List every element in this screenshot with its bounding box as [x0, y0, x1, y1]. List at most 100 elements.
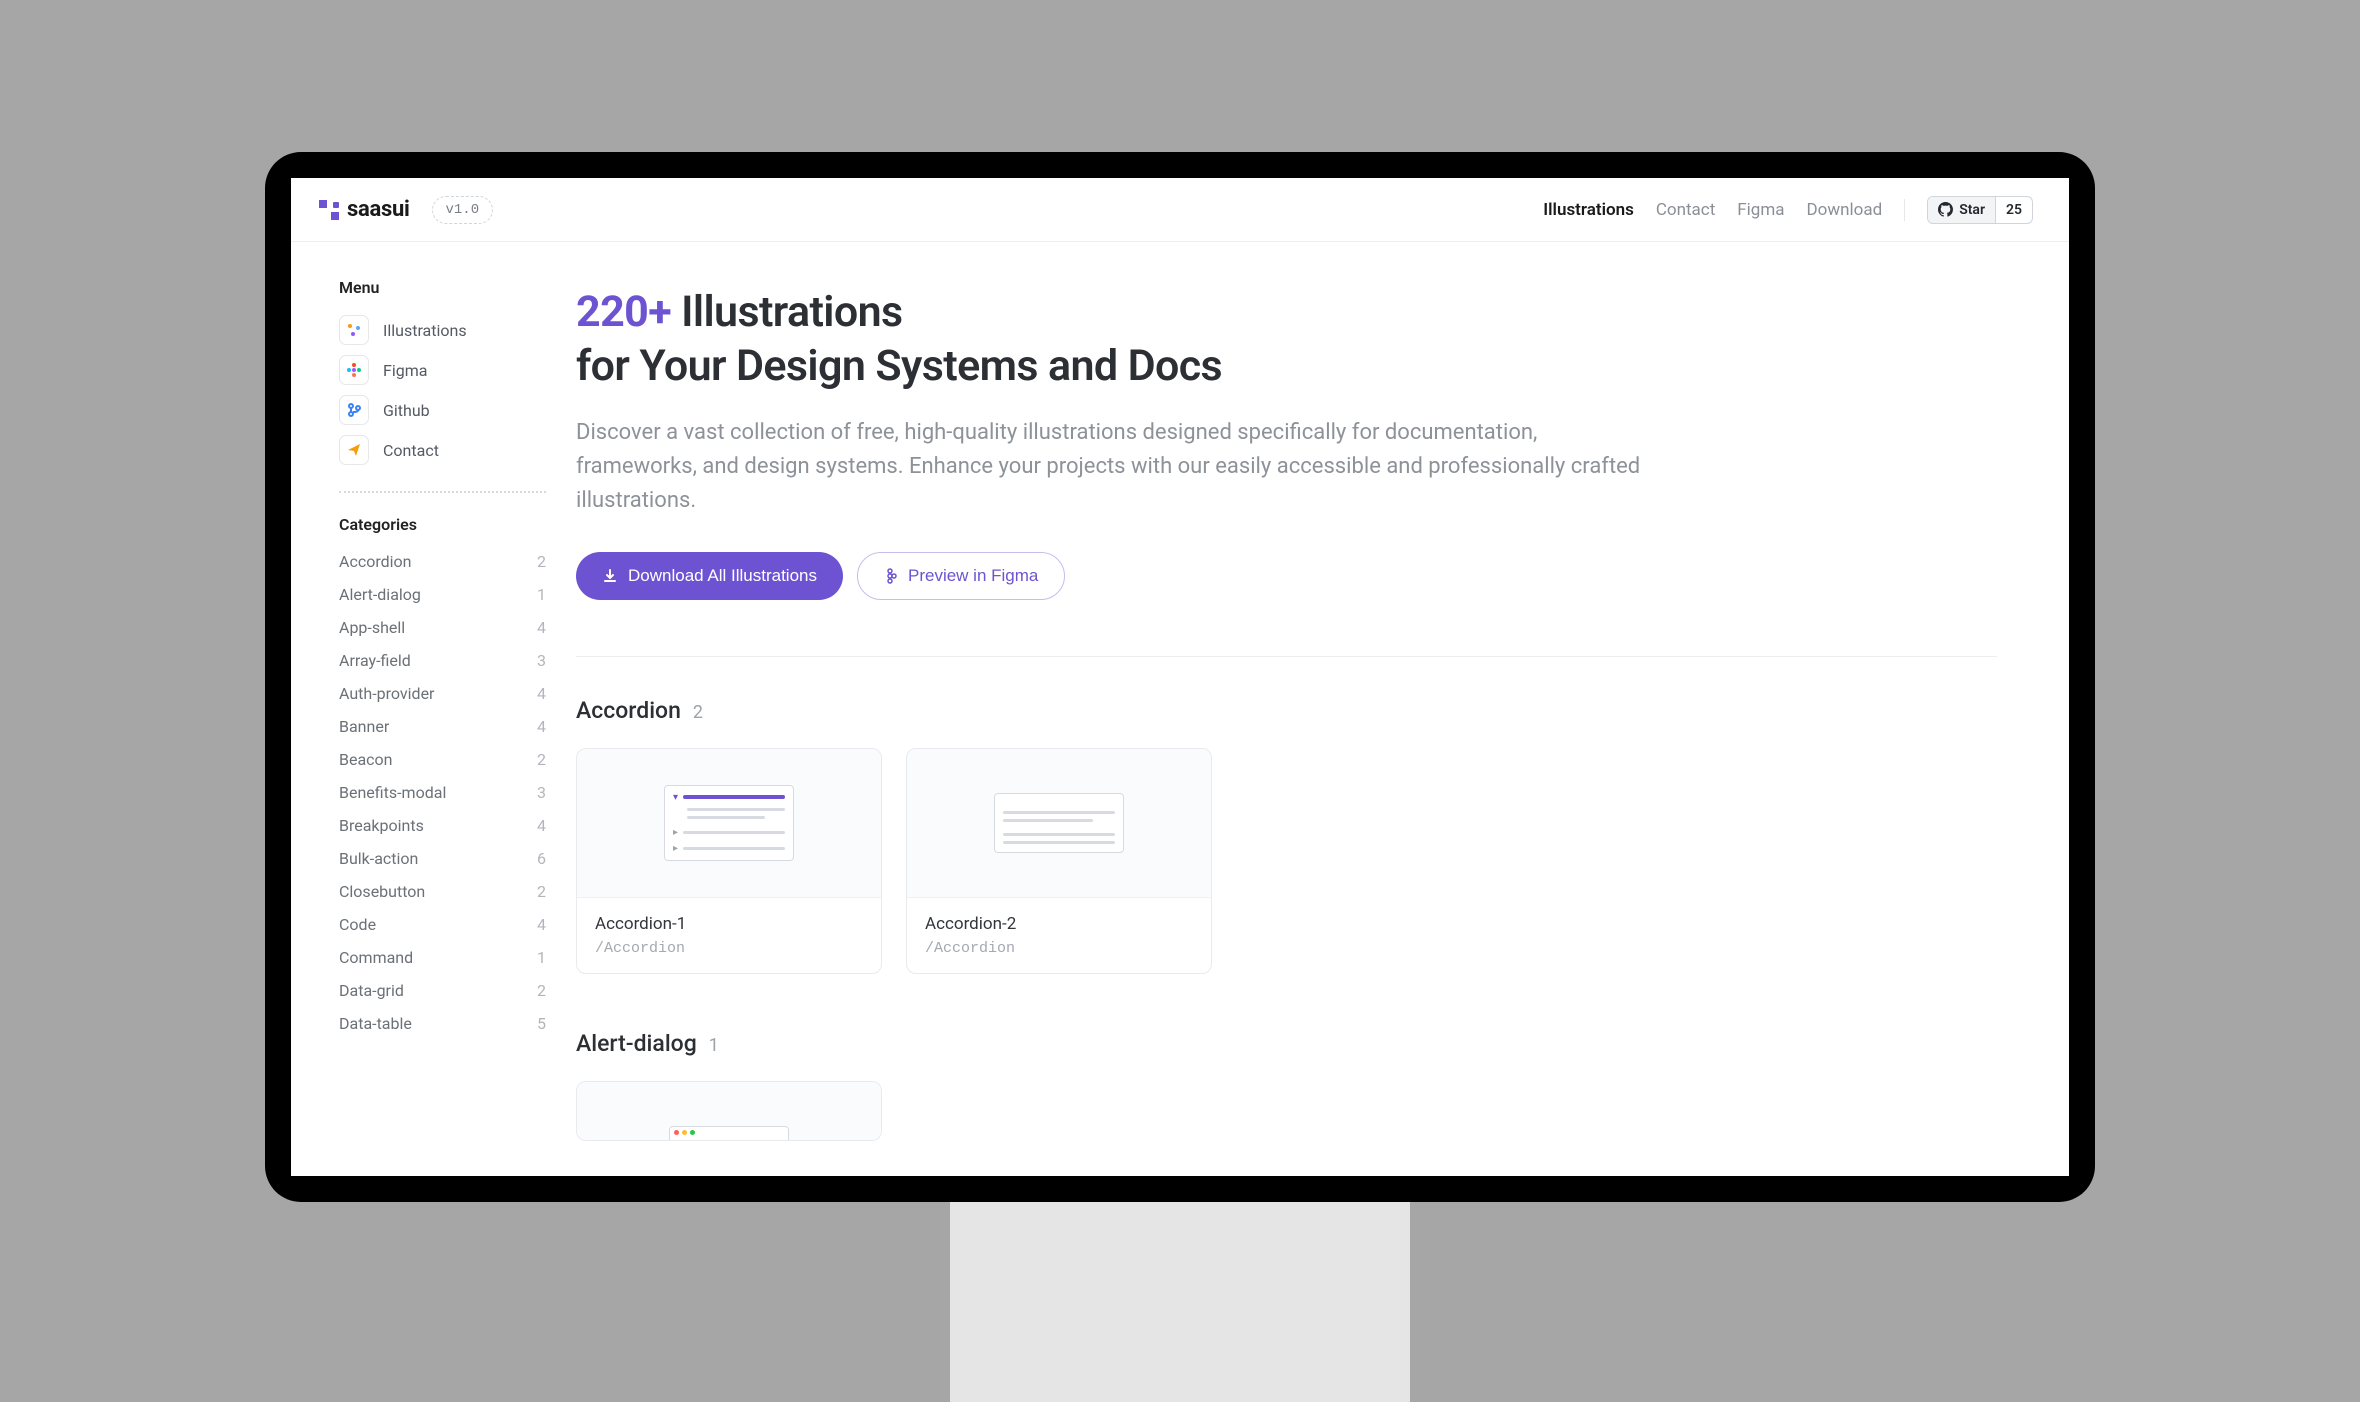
send-icon [339, 435, 369, 465]
main-content: 220+ Illustrations for Your Design Syste… [566, 242, 2069, 1176]
menu-list: Illustrations Figma Github [339, 315, 546, 465]
category-label: Array-field [339, 651, 411, 670]
category-count: 1 [537, 585, 546, 604]
category-label: Auth-provider [339, 684, 434, 703]
github-star-label: Star [1959, 202, 1985, 218]
download-btn-label: Download All Illustrations [628, 566, 817, 586]
cta-row: Download All Illustrations Preview in Fi… [576, 552, 1997, 600]
category-count: 4 [537, 915, 546, 934]
category-count: 1 [537, 948, 546, 967]
card-path: /Accordion [595, 940, 863, 957]
hero-count: 220+ [576, 287, 671, 337]
category-item[interactable]: App-shell4 [339, 618, 546, 637]
card-name: Accordion-1 [595, 914, 863, 934]
category-item[interactable]: Bulk-action 6 [339, 849, 546, 868]
category-label: Breakpoints [339, 816, 424, 835]
figma-outline-icon [884, 568, 898, 584]
illustration-card[interactable]: ▾ ▸ ▸ Accordion-1 /Accordion [576, 748, 882, 974]
illustration-card[interactable] [576, 1081, 882, 1141]
nav-figma[interactable]: Figma [1737, 200, 1784, 220]
sidebar-item-illustrations[interactable]: Illustrations [339, 315, 546, 345]
hero-subtitle: Discover a vast collection of free, high… [576, 416, 1646, 518]
category-label: Data-grid [339, 981, 404, 1000]
sidebar-item-label: Github [383, 401, 430, 420]
hero-title-line-2: for Your Design Systems and Docs [576, 341, 1222, 391]
sidebar-item-label: Illustrations [383, 321, 467, 340]
section-count: 2 [693, 702, 703, 723]
hero-title: 220+ Illustrations for Your Design Syste… [576, 286, 1997, 394]
accordion-thumb-2 [994, 793, 1124, 853]
category-count: 2 [537, 981, 546, 1000]
card-preview [907, 749, 1211, 897]
card-preview [577, 1082, 881, 1141]
download-all-button[interactable]: Download All Illustrations [576, 552, 843, 600]
category-item[interactable]: Alert-dialog 1 [339, 585, 546, 604]
github-star-count: 25 [1995, 197, 2032, 223]
category-item[interactable]: Breakpoints 4 [339, 816, 546, 835]
category-label: Bulk-action [339, 849, 418, 868]
category-count: 2 [537, 552, 546, 571]
chart-icon [339, 315, 369, 345]
category-label: Alert-dialog [339, 585, 421, 604]
category-item[interactable]: Code4 [339, 915, 546, 934]
section-head-alert-dialog: Alert-dialog 1 [576, 1030, 1997, 1057]
nav-illustrations[interactable]: Illustrations [1543, 200, 1634, 220]
section-title: Alert-dialog [576, 1030, 697, 1057]
category-label: Closebutton [339, 882, 425, 901]
category-count: 6 [537, 849, 546, 868]
category-count: 4 [537, 717, 546, 736]
category-list: Accordion2Alert-dialog1App-shell4Array-f… [339, 552, 546, 1033]
figma-icon [339, 355, 369, 385]
preview-btn-label: Preview in Figma [908, 566, 1038, 586]
preview-figma-button[interactable]: Preview in Figma [857, 552, 1065, 600]
top-nav: Illustrations Contact Figma Download [1543, 200, 1882, 220]
monitor-stand [950, 1202, 1410, 1402]
category-count: 2 [537, 750, 546, 769]
illustration-card[interactable]: Accordion-2 /Accordion [906, 748, 1212, 974]
nav-download[interactable]: Download [1807, 200, 1883, 220]
category-label: Benefits-modal [339, 783, 446, 802]
logo[interactable]: saasui [319, 197, 410, 222]
category-item[interactable]: Auth-provider 4 [339, 684, 546, 703]
sidebar: Menu Illustrations Figma [291, 242, 566, 1176]
divider [1904, 199, 1905, 221]
category-label: Beacon [339, 750, 393, 769]
category-label: App-shell [339, 618, 405, 637]
sidebar-item-contact[interactable]: Contact [339, 435, 546, 465]
github-star-badge[interactable]: Star 25 [1927, 196, 2033, 224]
sidebar-item-github[interactable]: Github [339, 395, 546, 425]
category-item[interactable]: Beacon 2 [339, 750, 546, 769]
accordion-thumb-1: ▾ ▸ ▸ [664, 785, 794, 861]
card-name: Accordion-2 [925, 914, 1193, 934]
git-branch-icon [339, 395, 369, 425]
sidebar-item-figma[interactable]: Figma [339, 355, 546, 385]
download-icon [602, 568, 618, 584]
logo-text: saasui [347, 197, 410, 222]
sidebar-divider [339, 491, 546, 493]
monitor-frame: saasui v1.0 Illustrations Contact Figma … [265, 152, 2095, 1202]
category-count: 3 [537, 783, 546, 802]
category-count: 4 [537, 684, 546, 703]
category-label: Accordion [339, 552, 411, 571]
card-preview: ▾ ▸ ▸ [577, 749, 881, 897]
category-item[interactable]: Accordion 2 [339, 552, 546, 571]
category-count: 5 [537, 1014, 546, 1033]
categories-heading: Categories [339, 515, 546, 534]
category-item[interactable]: Banner 4 [339, 717, 546, 736]
category-item[interactable]: Data-table 5 [339, 1014, 546, 1033]
category-count: 4 [537, 816, 546, 835]
category-item[interactable]: Command1 [339, 948, 546, 967]
section-head-accordion: Accordion 2 [576, 697, 1997, 724]
alert-dialog-thumb [669, 1126, 789, 1141]
screen: saasui v1.0 Illustrations Contact Figma … [291, 178, 2069, 1176]
category-item[interactable]: Data-grid 2 [339, 981, 546, 1000]
category-item[interactable]: Closebutton2 [339, 882, 546, 901]
category-item[interactable]: Benefits-modal 3 [339, 783, 546, 802]
category-item[interactable]: Array-field3 [339, 651, 546, 670]
category-label: Data-table [339, 1014, 412, 1033]
section-count: 1 [709, 1035, 719, 1056]
category-label: Banner [339, 717, 389, 736]
nav-contact[interactable]: Contact [1656, 200, 1715, 220]
version-badge: v1.0 [432, 196, 494, 224]
card-path: /Accordion [925, 940, 1193, 957]
